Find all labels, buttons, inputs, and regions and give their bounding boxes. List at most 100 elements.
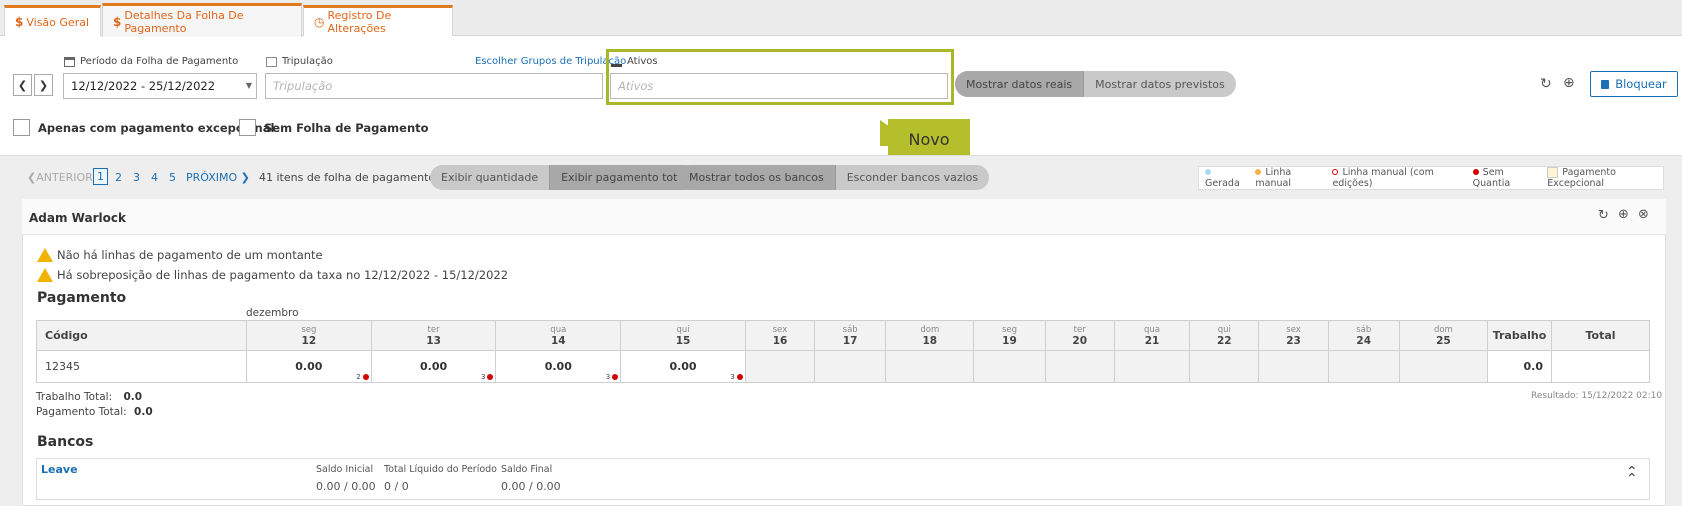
day-number: 22 [1216, 334, 1232, 347]
no-amount-dot [612, 374, 619, 380]
final-balance-label: Saldo Final [501, 464, 553, 475]
day-of-week: qui [1217, 324, 1231, 335]
add-icon[interactable]: ⊕ [1563, 75, 1575, 91]
payment-total: Pagamento Total: 0.0 [36, 406, 153, 418]
day-header: ter 13 [370, 320, 497, 351]
tab-bar: $ Visão Geral $ Detalhes Da Folha De Pag… [0, 0, 1682, 37]
page-4[interactable]: 4 [151, 171, 158, 184]
page-2[interactable]: 2 [115, 171, 122, 184]
day-cell[interactable] [885, 350, 975, 383]
net-total-value: 0 / 0 [384, 480, 409, 493]
bank-name-link[interactable]: Leave [41, 463, 78, 476]
lock-button[interactable]: Bloquear [1590, 71, 1678, 97]
next-page-label: PRÓXIMO [186, 171, 238, 184]
next-period-button[interactable]: ❯ [34, 74, 53, 96]
day-number: 15 [675, 334, 691, 347]
data-mode-toggle: Mostrar datos reais Mostrar datos previs… [955, 71, 1236, 97]
prev-page-link[interactable]: ❮ANTERIOR [27, 171, 93, 184]
add-icon[interactable]: ⊕ [1618, 207, 1629, 222]
day-number: 18 [922, 334, 938, 347]
final-balance-value: 0.00 / 0.00 [501, 480, 561, 493]
warning-text: Não há linhas de pagamento de um montant… [57, 248, 323, 262]
payment-table-header: Código seg 12 ter 13 qua 14 qui 15 sex 16 sáb… [36, 320, 1650, 351]
day-of-week: seg [1001, 324, 1018, 335]
close-icon[interactable]: ⊗ [1638, 207, 1649, 222]
day-of-week: sex [1286, 324, 1301, 335]
history-icon: ◷ [314, 15, 325, 29]
day-number: 14 [550, 334, 566, 347]
period-select[interactable]: 12/12/2022 - 25/12/2022 ▼ [63, 73, 257, 99]
warning-icon [37, 268, 53, 282]
page-3[interactable]: 3 [133, 171, 140, 184]
legend-item: Sem Quantia [1472, 167, 1538, 189]
legend-dot [1332, 169, 1339, 175]
page-5[interactable]: 5 [169, 171, 176, 184]
period-value: 12/12/2022 - 25/12/2022 [71, 79, 216, 93]
code-cell: 12345 [36, 350, 247, 383]
legend-item: Linha manual (com edições) [1332, 167, 1462, 189]
day-cell[interactable] [1044, 350, 1115, 383]
day-number: 13 [426, 334, 441, 347]
day-header: sáb 24 [1327, 320, 1400, 351]
legend-swatch [1547, 167, 1559, 178]
cell-value: 0.00 [295, 360, 323, 373]
legend-label: Linha manual (com edições) [1332, 167, 1434, 189]
day-cell[interactable] [1189, 350, 1260, 383]
legend-dot [1472, 169, 1479, 175]
day-header: qua 14 [495, 320, 622, 351]
legend-item: Pagamento Excepcional [1547, 167, 1663, 189]
cell-count: 3 [730, 373, 735, 381]
refresh-icon[interactable]: ↻ [1598, 208, 1609, 223]
day-cell[interactable]: 0.00 3 [495, 350, 622, 383]
prev-period-button[interactable]: ❮ [13, 74, 32, 96]
tab-label: Registro De Alterações [327, 9, 392, 35]
day-cell[interactable] [1258, 350, 1329, 383]
column-header: Trabalho [1487, 320, 1552, 351]
legend: Gerada Linha manual Linha manual (com ed… [1198, 166, 1664, 190]
banks-title: Bancos [37, 434, 94, 450]
day-cell[interactable]: 0.00 2 [246, 350, 372, 383]
day-cell[interactable] [744, 350, 816, 383]
day-cell[interactable]: 0.00 3 [620, 350, 746, 383]
show-real-button[interactable]: Mostrar datos reais [955, 71, 1084, 97]
day-number: 12 [301, 334, 317, 347]
day-of-week: qua [1144, 324, 1160, 335]
cell-value: 0.00 [544, 360, 572, 373]
next-page-link[interactable]: PRÓXIMO ❯ [186, 171, 250, 184]
day-cell[interactable] [1398, 350, 1489, 383]
show-total-button[interactable]: Exibir pagamento total [549, 165, 699, 190]
crew-input[interactable]: Tripulação [265, 73, 603, 99]
page-1[interactable]: 1 [93, 168, 108, 185]
tab-change-log[interactable]: ◷ Registro De Alterações [303, 5, 453, 36]
collapse-icon[interactable]: ⌃ ⌃ [1626, 465, 1638, 486]
hide-empty-banks-button[interactable]: Esconder bancos vazios [834, 165, 989, 190]
show-quantity-button[interactable]: Exibir quantidade [430, 165, 549, 190]
item-count: 41 itens de folha de pagamento [259, 171, 436, 184]
payment-total-label: Pagamento Total: [36, 406, 127, 418]
legend-dot [1205, 169, 1211, 175]
month-label: dezembro [246, 307, 299, 319]
refresh-icon[interactable]: ↻ [1540, 76, 1552, 92]
no-amount-dot [736, 374, 743, 380]
exceptional-checkbox[interactable] [13, 119, 30, 136]
cell-value: 0.00 [420, 360, 448, 373]
day-cell[interactable] [814, 350, 887, 383]
no-payroll-checkbox[interactable] [239, 119, 256, 136]
table-row: 12345 0.00 2 0.00 3 0.00 3 0.00 3 0.0 [36, 350, 1650, 383]
day-number: 24 [1356, 334, 1372, 347]
day-of-week: ter [1073, 324, 1086, 335]
dollar-icon: $ [113, 14, 122, 29]
day-cell[interactable] [973, 350, 1046, 383]
tab-overview[interactable]: $ Visão Geral [4, 5, 101, 36]
tab-payroll-details[interactable]: $ Detalhes Da Folha De Pagamento [102, 3, 302, 37]
employee-name: Adam Warlock [29, 211, 126, 225]
day-number: 20 [1072, 334, 1088, 347]
show-forecast-button[interactable]: Mostrar datos previstos [1083, 71, 1236, 97]
show-all-banks-button[interactable]: Mostrar todos os bancos [678, 165, 835, 190]
day-cell[interactable]: 0.00 3 [370, 350, 497, 383]
lock-icon [1601, 79, 1610, 89]
day-cell[interactable] [1113, 350, 1191, 383]
day-cell[interactable] [1327, 350, 1400, 383]
crew-groups-link[interactable]: Escolher Grupos de Tripulação [475, 56, 626, 67]
bank-row [36, 458, 1650, 500]
